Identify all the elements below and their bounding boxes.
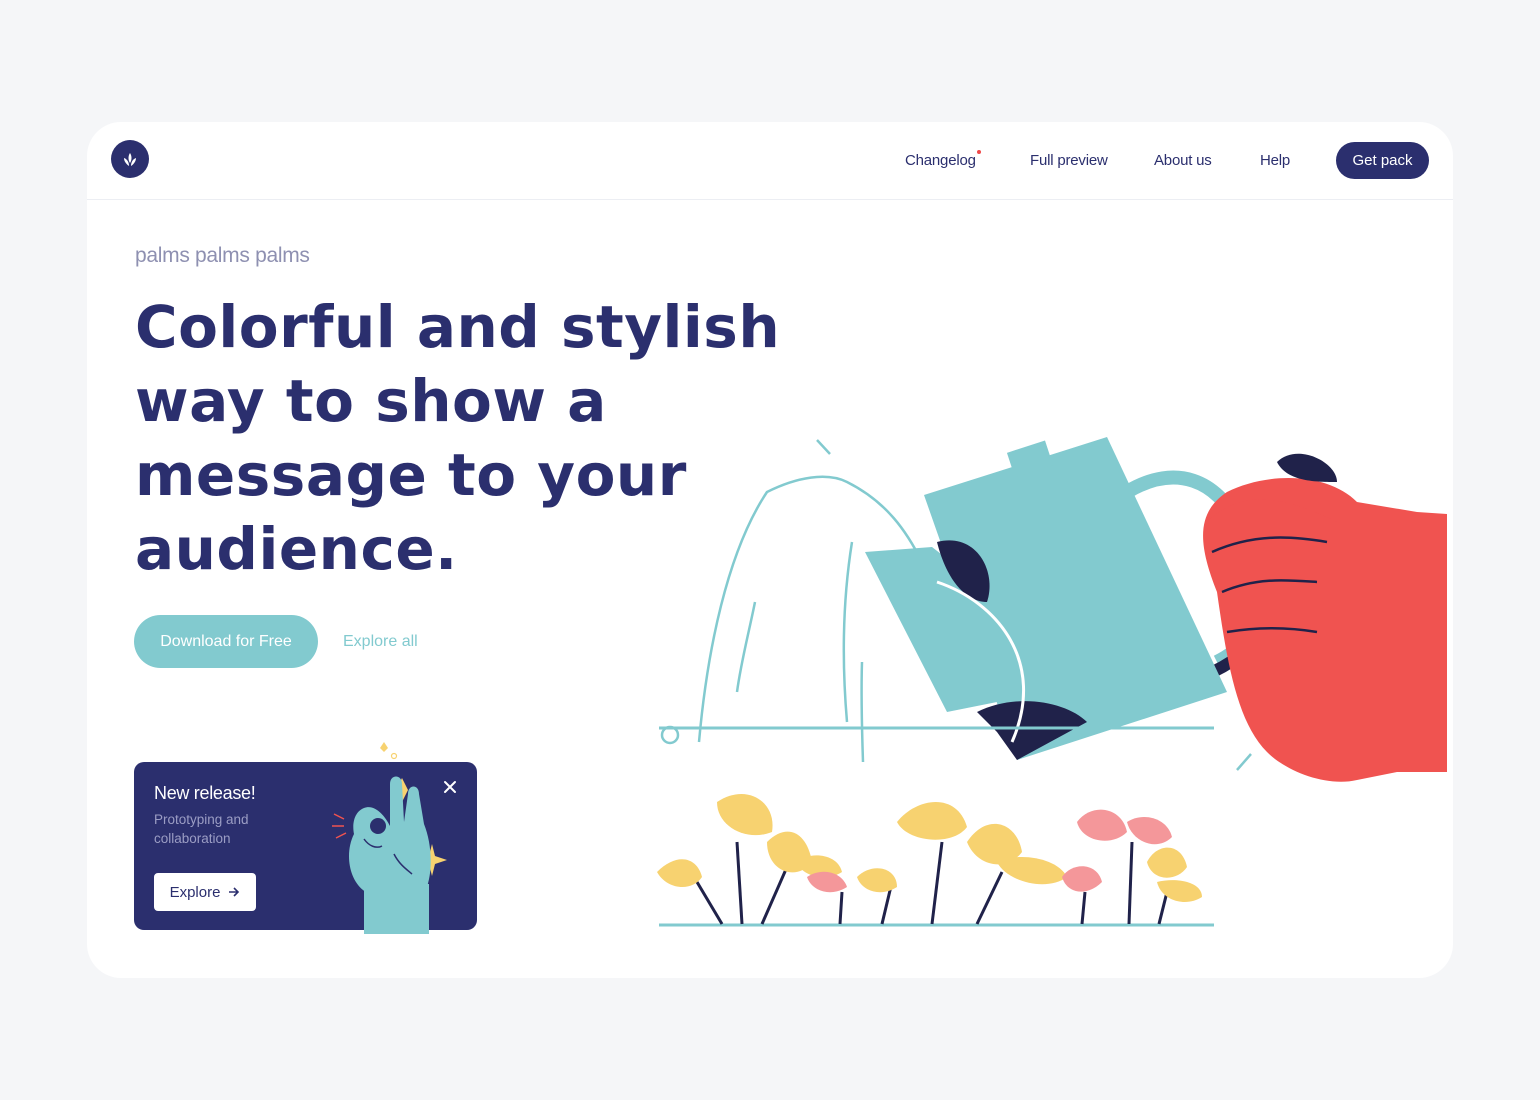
- nav-changelog[interactable]: Changelog: [905, 150, 981, 169]
- release-explore-label: Explore: [169, 883, 221, 901]
- hero-eyebrow: palms palms palms: [135, 244, 310, 267]
- flowers-illustration: [657, 793, 1214, 927]
- logo-leaf-icon[interactable]: [111, 140, 149, 178]
- arrow-right-icon: [229, 887, 240, 897]
- ok-hand-illustration: [332, 742, 447, 934]
- new-release-card: New release! Prototyping and collaborati…: [134, 742, 477, 934]
- nav-changelog-label: Changelog: [905, 152, 976, 169]
- download-button[interactable]: Download for Free: [134, 615, 318, 668]
- landing-card: Changelog Full preview About us Help Get…: [87, 122, 1453, 978]
- nav-about-us[interactable]: About us: [1154, 152, 1212, 169]
- watering-can-illustration: [659, 437, 1447, 782]
- release-explore-button[interactable]: Explore: [154, 873, 256, 911]
- notification-dot: [976, 150, 981, 154]
- explore-all-link[interactable]: Explore all: [343, 633, 418, 651]
- get-pack-button[interactable]: Get pack: [1336, 142, 1429, 179]
- release-subtitle: Prototyping and collaboration: [154, 812, 249, 846]
- top-navbar: Changelog Full preview About us Help Get…: [87, 122, 1453, 200]
- nav-full-preview[interactable]: Full preview: [1030, 152, 1108, 169]
- release-title: New release!: [154, 783, 256, 803]
- nav-help[interactable]: Help: [1260, 152, 1290, 169]
